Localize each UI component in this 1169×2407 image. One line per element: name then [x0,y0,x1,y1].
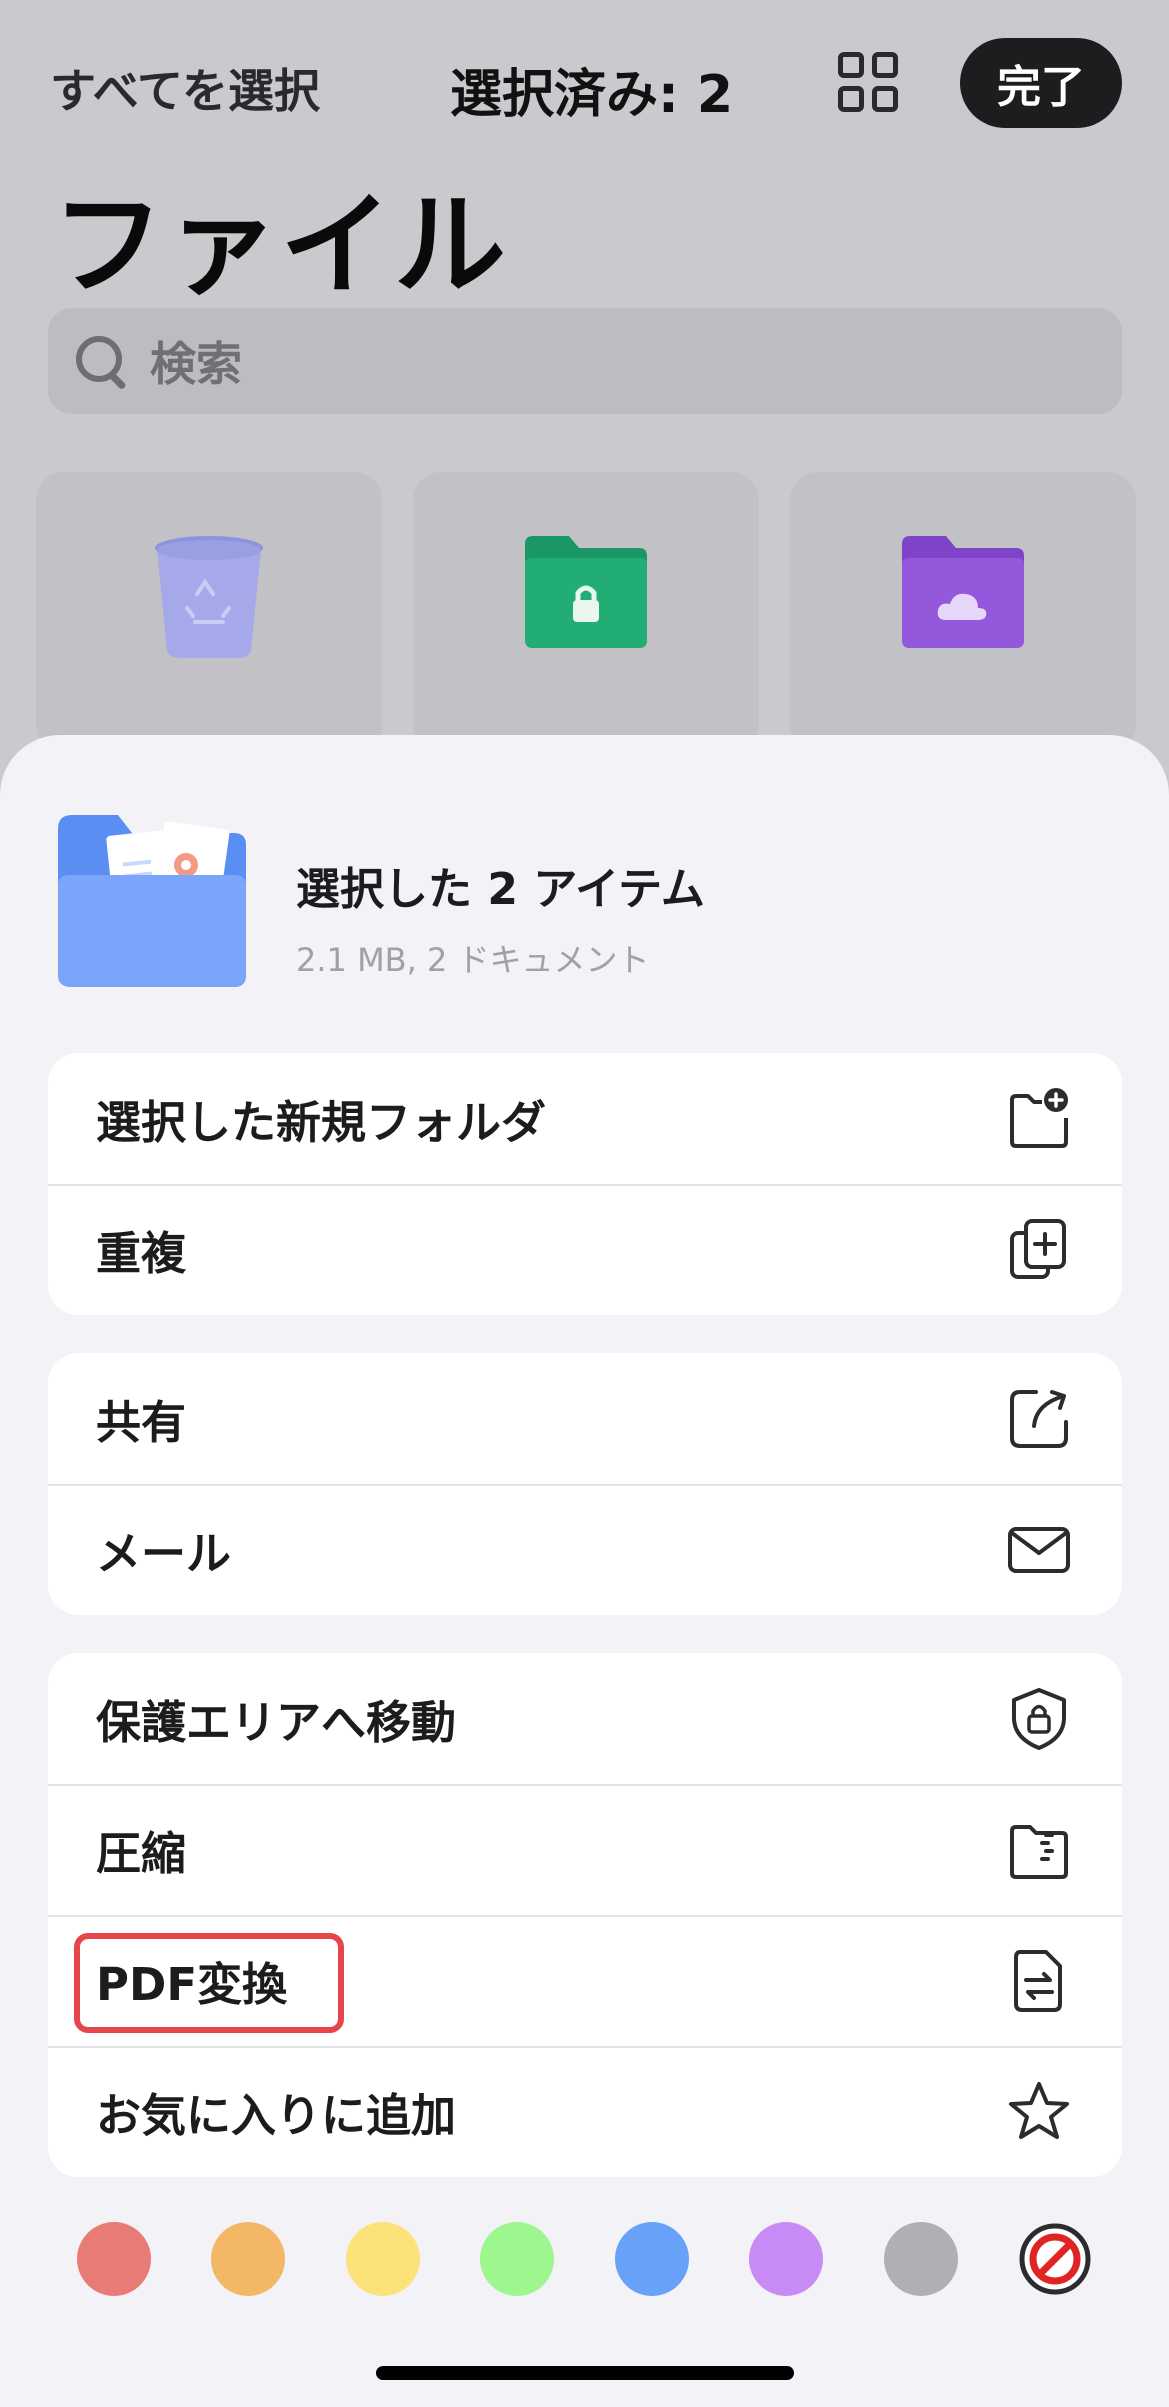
action-group-2: 共有 メール [48,1353,1122,1615]
zip-icon [1010,1824,1068,1879]
trash-icon [155,536,263,658]
secure-folder-icon [525,536,647,648]
color-tag-red[interactable] [77,2222,151,2296]
color-tag-purple[interactable] [749,2222,823,2296]
page-title: ファイル [52,181,508,311]
mail-row[interactable]: メール [48,1484,1122,1615]
new-folder-icon [1010,1087,1068,1148]
selection-summary: 選択した 2 アイテム 2.1 MB, 2 ドキュメント [58,815,1118,995]
grid-icon[interactable] [838,52,898,112]
highlight-box [74,1933,344,2033]
home-indicator [376,2366,794,2380]
search-bar[interactable]: 検索 [48,308,1122,414]
row-label: 共有 [96,1396,187,1449]
select-all-button[interactable]: すべてを選択 [50,55,320,121]
top-bar: すべてを選択 選択済み: 2 完了 [0,30,1169,140]
search-placeholder: 検索 [150,337,242,391]
folder-documents-icon [58,815,246,987]
star-icon [1009,2081,1069,2139]
mail-icon [1008,1526,1070,1573]
add-to-favorites-row[interactable]: お気に入りに追加 [48,2046,1122,2177]
action-group-3: 保護エリアへ移動 圧縮 PDF変換 お気に入りに追加 [48,1653,1122,2177]
row-label: メール [96,1527,232,1580]
action-sheet: 選択した 2 アイテム 2.1 MB, 2 ドキュメント 選択した新規フォルダ … [0,735,1169,2407]
convert-icon [1014,1949,1062,2012]
color-tag-gray[interactable] [884,2222,958,2296]
selected-count-label: 選択済み: 2 [450,65,734,125]
row-label: 保護エリアへ移動 [96,1696,457,1749]
quick-access-cards [36,472,1136,752]
compress-row[interactable]: 圧縮 [48,1784,1122,1915]
color-tag-blue[interactable] [615,2222,689,2296]
move-to-secure-area-row[interactable]: 保護エリアへ移動 [48,1653,1122,1784]
selection-title: 選択した 2 アイテム [296,864,705,915]
secure-folder-card[interactable] [413,472,759,752]
color-tag-row [0,2222,1169,2302]
action-group-1: 選択した新規フォルダ 重複 [48,1053,1122,1315]
share-icon [1010,1389,1068,1448]
row-label: 選択した新規フォルダ [96,1096,547,1149]
trash-card[interactable] [36,472,382,752]
color-tag-yellow[interactable] [346,2222,420,2296]
row-label: 重複 [96,1227,187,1280]
selection-subtitle: 2.1 MB, 2 ドキュメント [296,941,650,979]
row-label: お気に入りに追加 [96,2089,457,2142]
row-label: 圧縮 [96,1827,187,1880]
cloud-folder-icon [902,536,1024,648]
duplicate-row[interactable]: 重複 [48,1184,1122,1315]
duplicate-icon [1010,1218,1066,1279]
cloud-folder-card[interactable] [790,472,1136,752]
search-icon [72,332,130,390]
new-folder-with-selection-row[interactable]: 選択した新規フォルダ [48,1053,1122,1184]
color-tag-green[interactable] [480,2222,554,2296]
done-button[interactable]: 完了 [960,38,1122,128]
share-row[interactable]: 共有 [48,1353,1122,1484]
shield-lock-icon [1012,1687,1066,1750]
color-tag-orange[interactable] [211,2222,285,2296]
page: すべてを選択 選択済み: 2 完了 ファイル 検索 選択した 2 アイテム 2.… [0,0,1169,2407]
no-color-icon[interactable] [1018,2222,1092,2296]
